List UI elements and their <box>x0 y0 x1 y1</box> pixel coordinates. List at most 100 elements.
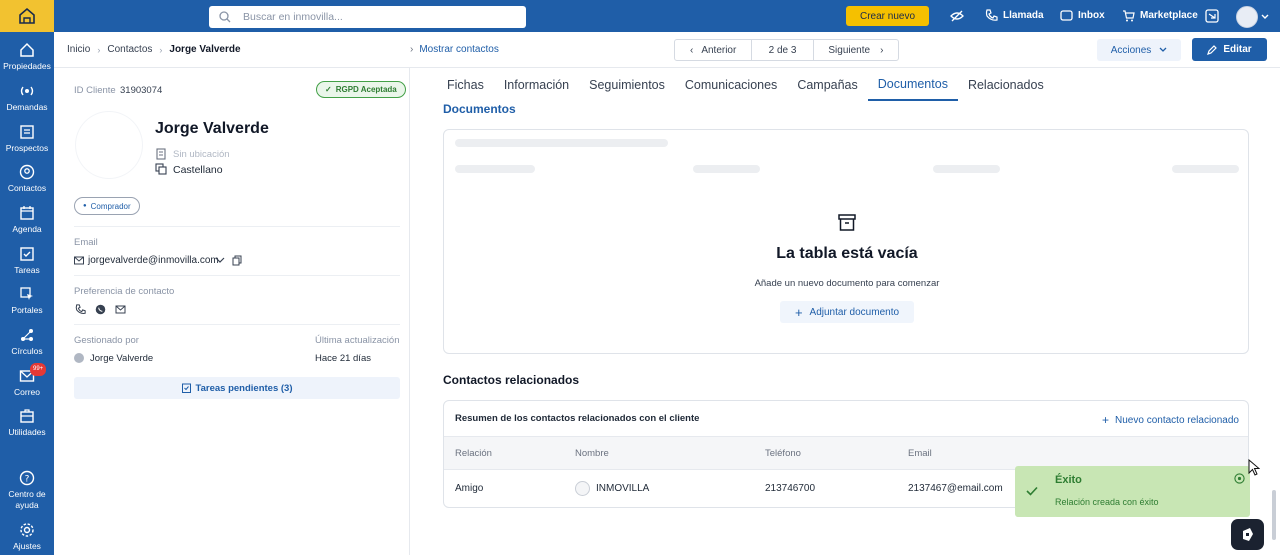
related-summary: Resumen de los contactos relacionados co… <box>455 413 700 424</box>
client-name: Jorge Valverde <box>155 120 269 137</box>
sidebar-item-agenda[interactable]: Agenda <box>0 205 54 235</box>
global-search[interactable] <box>209 6 526 28</box>
home-icon <box>20 42 34 57</box>
search-input[interactable] <box>243 11 503 23</box>
chevron-down-icon[interactable] <box>1261 14 1269 20</box>
tab-campanas[interactable]: Campañas <box>787 68 867 101</box>
toast-message: Relación creada con éxito <box>1055 497 1159 507</box>
plus-icon: + <box>1102 413 1110 427</box>
check-icon <box>1026 486 1038 496</box>
logo-icon <box>19 7 35 24</box>
location-value: Sin ubicación <box>173 149 230 160</box>
documents-title: Documentos <box>443 102 516 116</box>
next-button[interactable]: Siguiente › <box>814 40 898 60</box>
sidebar-item-portales[interactable]: Portales <box>0 286 54 316</box>
sidebar-item-label: Demandas <box>6 102 48 112</box>
new-related-contact-button[interactable]: + Nuevo contacto relacionado <box>1102 413 1239 427</box>
sidebar-item-label: Portales <box>11 305 43 315</box>
network-icon <box>21 329 33 341</box>
sidebar-item-demandas[interactable]: Demandas <box>0 83 54 113</box>
tab-comunicaciones[interactable]: Comunicaciones <box>675 68 787 101</box>
tab-relacionados[interactable]: Relacionados <box>958 68 1054 101</box>
next-label: Siguiente <box>828 44 871 56</box>
tab-informacion[interactable]: Información <box>494 68 579 101</box>
email-value[interactable]: jorgevalverde@inmovilla.com <box>88 255 219 266</box>
copy-icon[interactable] <box>232 255 242 266</box>
breadcrumb: Inicio › Contactos › Jorge Valverde <box>67 44 241 55</box>
chevron-left-icon: ‹ <box>689 44 694 56</box>
sidebar-item-prospectos[interactable]: Prospectos <box>0 124 54 154</box>
marketplace-button[interactable]: Marketplace <box>1122 9 1198 22</box>
sidebar-item-circulos[interactable]: Círculos <box>0 327 54 357</box>
chevron-right-icon: › <box>880 44 884 56</box>
list-icon <box>20 125 34 139</box>
phone-icon <box>985 9 998 21</box>
show-contacts-label: Mostrar contactos <box>419 44 499 55</box>
tab-seguimientos[interactable]: Seguimientos <box>579 68 675 101</box>
show-contacts-link[interactable]: › Mostrar contactos <box>410 44 499 55</box>
name-cell[interactable]: INMOVILLA <box>596 483 649 494</box>
inbox-label: Inbox <box>1078 10 1105 21</box>
inbox-icon <box>1060 10 1073 21</box>
scrollbar-thumb[interactable] <box>1272 490 1276 540</box>
switch-icon[interactable] <box>1205 9 1219 23</box>
create-new-button[interactable]: Crear nuevo <box>846 6 929 26</box>
sidebar-item-label: Contactos <box>7 183 47 193</box>
app-logo[interactable] <box>0 0 54 32</box>
chevron-down-icon <box>1159 47 1167 52</box>
rgpd-badge: ✓ RGPD Aceptada <box>316 81 406 98</box>
loading-placeholder <box>455 165 535 173</box>
pending-tasks-button[interactable]: Tareas pendientes (3) <box>74 377 400 399</box>
breadcrumb-contactos[interactable]: Contactos <box>107 44 152 55</box>
new-related-contact-label: Nuevo contacto relacionado <box>1115 414 1239 426</box>
divider <box>74 324 400 325</box>
chevron-right-icon: › <box>410 44 414 55</box>
sidebar-item-propiedades[interactable]: Propiedades <box>0 42 54 72</box>
phone-icon[interactable] <box>75 304 86 315</box>
column-header[interactable]: Email <box>908 448 932 459</box>
sidebar-item-ajustes[interactable]: Ajustes <box>0 522 54 552</box>
column-header[interactable]: Teléfono <box>765 448 801 459</box>
sidebar-item-label: Centro de ayuda <box>8 489 46 510</box>
top-bar: Crear nuevo Llamada Inbox Marketplace <box>54 0 1280 32</box>
sidebar-item-help[interactable]: ? Centro de ayuda <box>0 470 54 511</box>
loading-placeholder <box>455 139 668 147</box>
divider <box>74 226 400 227</box>
sidebar-item-label: Utilidades <box>8 427 46 437</box>
close-icon[interactable] <box>1234 473 1245 484</box>
edit-button[interactable]: Editar <box>1192 38 1267 61</box>
contact-icon <box>19 164 35 180</box>
tab-documentos[interactable]: Documentos <box>867 68 958 101</box>
sidebar-item-label: Agenda <box>12 224 42 234</box>
documents-table: La tabla está vacía Añade un nuevo docum… <box>443 129 1249 354</box>
cart-icon <box>1123 10 1135 22</box>
language-value: Castellano <box>173 164 223 176</box>
sidebar-item-utilidades[interactable]: Utilidades <box>0 408 54 438</box>
mail-icon[interactable] <box>115 305 126 314</box>
whatsapp-icon[interactable] <box>95 304 106 315</box>
client-photo[interactable] <box>76 112 142 178</box>
plus-icon: + <box>794 304 803 320</box>
archive-icon <box>838 214 856 231</box>
sidebar-item-correo[interactable]: 99+ Correo <box>0 363 54 398</box>
tab-fichas[interactable]: Fichas <box>437 68 494 101</box>
sidebar-item-contactos[interactable]: Contactos <box>0 164 54 194</box>
chevron-down-icon[interactable] <box>215 257 225 264</box>
sidebar-item-tareas[interactable]: Tareas <box>0 246 54 276</box>
gear-icon <box>20 523 34 537</box>
mail-icon <box>74 256 84 265</box>
breadcrumb-inicio[interactable]: Inicio <box>67 44 90 55</box>
record-pager: ‹ Anterior 2 de 3 Siguiente › <box>674 39 899 61</box>
attach-document-button[interactable]: + Adjuntar documento <box>780 301 914 323</box>
help-chat-button[interactable] <box>1231 519 1264 550</box>
actions-dropdown[interactable]: Acciones <box>1097 39 1181 61</box>
call-button[interactable]: Llamada <box>985 9 1044 22</box>
pencil-icon <box>1207 44 1218 55</box>
inbox-button[interactable]: Inbox <box>1060 9 1105 22</box>
user-avatar[interactable] <box>1236 6 1258 28</box>
previous-button[interactable]: ‹ Anterior <box>675 40 753 60</box>
column-header[interactable]: Nombre <box>575 448 609 459</box>
column-header[interactable]: Relación <box>455 448 492 459</box>
previous-label: Anterior <box>701 44 737 56</box>
eye-off-icon[interactable] <box>950 9 964 23</box>
